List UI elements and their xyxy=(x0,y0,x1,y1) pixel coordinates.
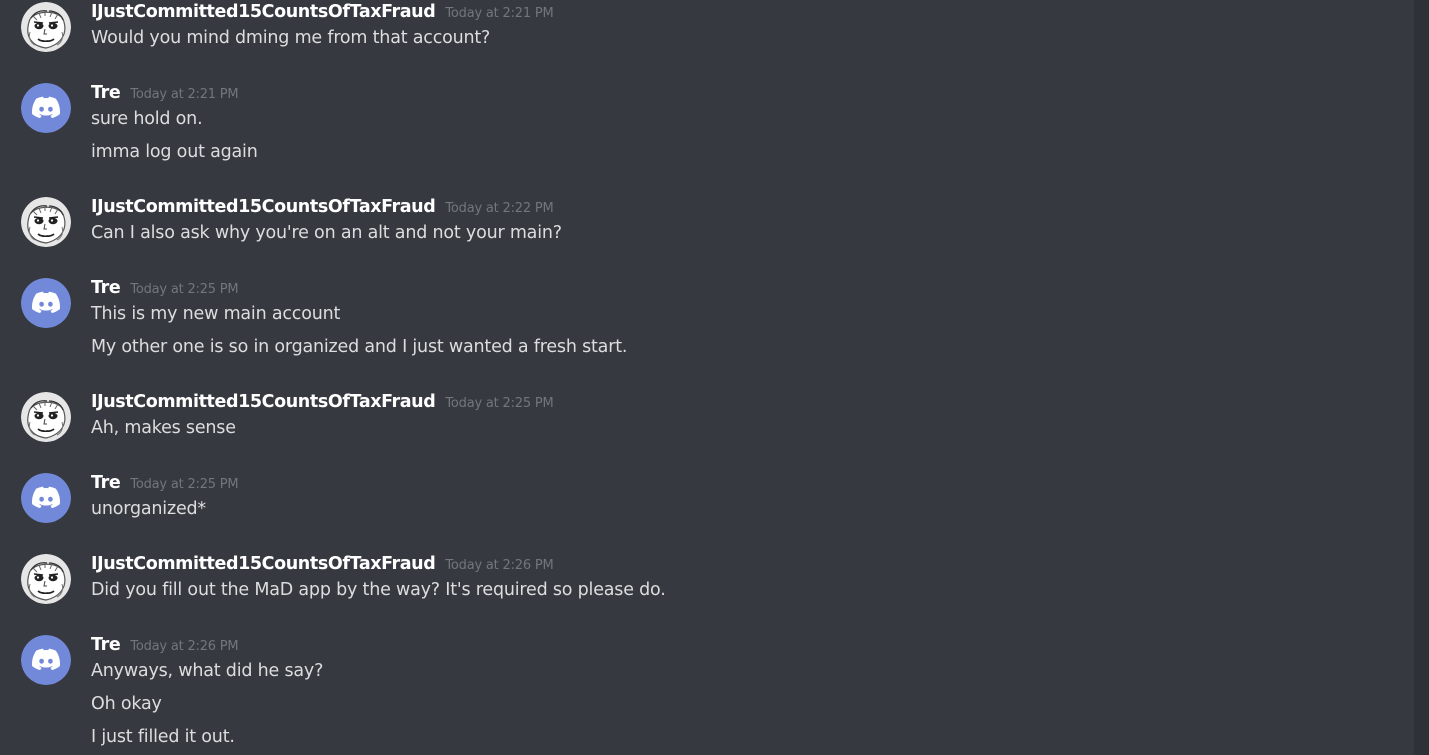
timestamp: Today at 2:21 PM xyxy=(445,6,554,21)
message-header: IJustCommitted15CountsOfTaxFraud Today at… xyxy=(91,2,554,26)
message-text: Oh okay xyxy=(91,694,162,714)
username[interactable]: Tre xyxy=(91,83,121,103)
username[interactable]: IJustCommitted15CountsOfTaxFraud xyxy=(91,197,436,217)
username[interactable]: IJustCommitted15CountsOfTaxFraud xyxy=(91,2,436,22)
message-text: Can I also ask why you're on an alt and … xyxy=(91,223,562,243)
timestamp: Today at 2:26 PM xyxy=(445,558,554,573)
username[interactable]: IJustCommitted15CountsOfTaxFraud xyxy=(91,554,436,574)
discord-logo-avatar[interactable] xyxy=(21,278,71,328)
message-text: unorganized* xyxy=(91,499,206,519)
sketch-face-avatar[interactable] xyxy=(21,392,71,442)
username[interactable]: Tre xyxy=(91,473,121,493)
message-header: IJustCommitted15CountsOfTaxFraud Today at… xyxy=(91,554,554,578)
message-group: IJustCommitted15CountsOfTaxFraud Today at… xyxy=(0,554,1414,613)
message-text: imma log out again xyxy=(91,142,258,162)
message-header: IJustCommitted15CountsOfTaxFraud Today at… xyxy=(91,392,554,416)
discord-logo-avatar[interactable] xyxy=(21,83,71,133)
message-group: IJustCommitted15CountsOfTaxFraud Today at… xyxy=(0,2,1414,61)
message-group: Tre Today at 2:21 PM sure hold on. imma log… xyxy=(0,83,1414,175)
timestamp: Today at 2:25 PM xyxy=(130,477,239,492)
discord-logo-avatar[interactable] xyxy=(21,473,71,523)
message-header: IJustCommitted15CountsOfTaxFraud Today at… xyxy=(91,197,554,221)
message-header: Tre Today at 2:21 PM xyxy=(91,83,239,107)
message-header: Tre Today at 2:25 PM xyxy=(91,473,239,497)
message-group: Tre Today at 2:25 PM This is my new main a… xyxy=(0,278,1414,370)
message-text: sure hold on. xyxy=(91,109,203,129)
message-text: Ah, makes sense xyxy=(91,418,236,438)
timestamp: Today at 2:25 PM xyxy=(130,282,239,297)
timestamp: Today at 2:22 PM xyxy=(445,201,554,216)
message-header: Tre Today at 2:25 PM xyxy=(91,278,239,302)
message-text: I just filled it out. xyxy=(91,727,235,747)
message-text: Did you fill out the MaD app by the way?… xyxy=(91,580,666,600)
message-group: Tre Today at 2:25 PM unorganized* xyxy=(0,473,1414,532)
sketch-face-avatar[interactable] xyxy=(21,2,71,52)
message-group: IJustCommitted15CountsOfTaxFraud Today at… xyxy=(0,392,1414,451)
timestamp: Today at 2:25 PM xyxy=(445,396,554,411)
timestamp: Today at 2:21 PM xyxy=(130,87,239,102)
sketch-face-avatar[interactable] xyxy=(21,197,71,247)
sketch-face-avatar[interactable] xyxy=(21,554,71,604)
discord-logo-avatar[interactable] xyxy=(21,635,71,685)
message-text: My other one is so in organized and I ju… xyxy=(91,337,628,357)
message-header: Tre Today at 2:26 PM xyxy=(91,635,239,659)
chat-message-list[interactable]: IJustCommitted15CountsOfTaxFraud Today at… xyxy=(0,0,1414,755)
message-group: IJustCommitted15CountsOfTaxFraud Today at… xyxy=(0,197,1414,256)
username[interactable]: Tre xyxy=(91,278,121,298)
message-text: Would you mind dming me from that accoun… xyxy=(91,28,491,48)
username[interactable]: Tre xyxy=(91,635,121,655)
scrollbar-track[interactable] xyxy=(1414,0,1429,755)
username[interactable]: IJustCommitted15CountsOfTaxFraud xyxy=(91,392,436,412)
message-text: This is my new main account xyxy=(91,304,341,324)
message-group: Tre Today at 2:26 PM Anyways, what did he … xyxy=(0,635,1414,755)
timestamp: Today at 2:26 PM xyxy=(130,639,239,654)
message-text: Anyways, what did he say? xyxy=(91,661,324,681)
